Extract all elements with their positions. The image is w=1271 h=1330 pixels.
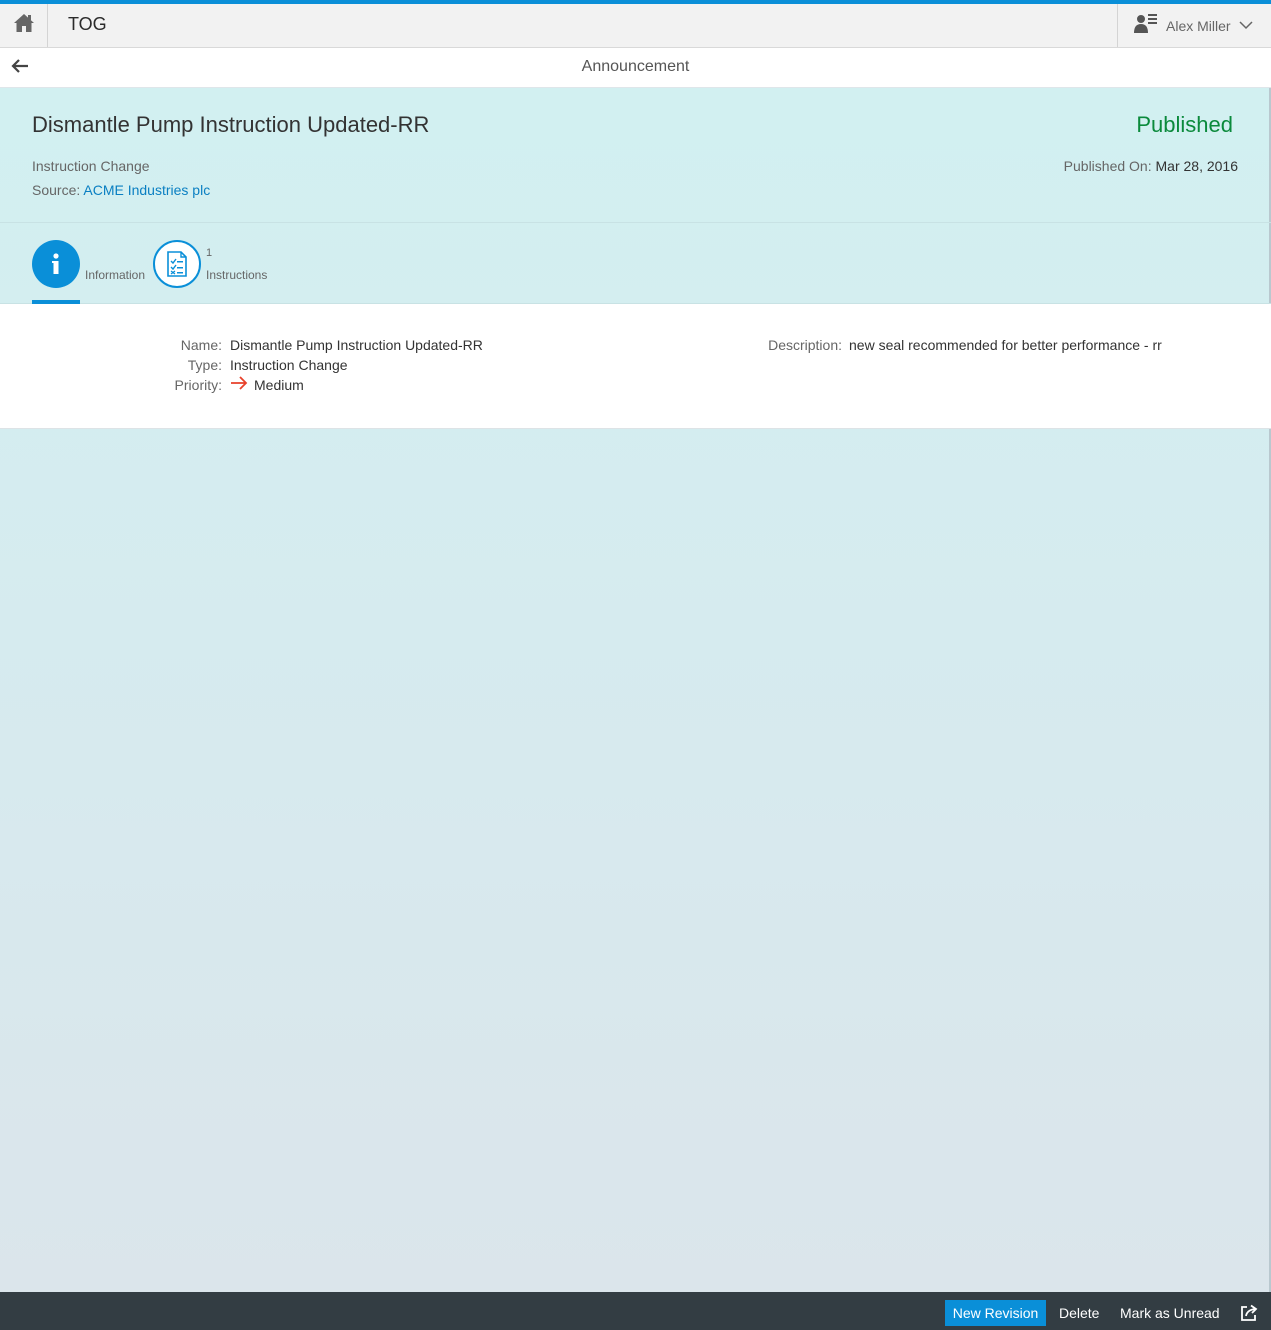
tab-instructions-count: 1 [206,247,213,259]
name-field: Name: Dismantle Pump Instruction Updated-… [160,337,483,353]
tab-instructions-label: Instructions [206,268,268,282]
priority-field: Priority: Medium [160,376,304,393]
name-value: Dismantle Pump Instruction Updated-RR [230,337,483,353]
description-label: Description: [768,337,842,353]
checklist-document-icon [153,240,201,288]
mark-as-unread-button[interactable]: Mark as Unread [1120,1300,1220,1326]
source-link[interactable]: ACME Industries plc [83,182,210,198]
home-icon [13,13,35,38]
status-text: Published [1136,112,1233,137]
page-title: Announcement [581,58,690,75]
type-value: Instruction Change [230,357,348,373]
page-subheader: Announcement [0,48,1271,88]
right-arrow-icon [230,376,248,393]
new-revision-button[interactable]: New Revision [945,1300,1046,1326]
name-label: Name: [180,337,222,353]
published-date: Mar 28, 2016 [1155,158,1239,174]
tab-information[interactable]: Information [32,240,152,304]
footer-toolbar: New Revision Delete Mark as Unread [0,1292,1271,1330]
info-icon [32,240,80,288]
type-label: Type: [187,357,222,373]
tab-instructions[interactable]: 1 Instructions [153,240,293,304]
description-field: Description: new seal recommended for bet… [720,337,1162,353]
source-attribute: Source: ACME Industries plc [32,182,210,198]
description-value: new seal recommended for better performa… [849,337,1162,353]
user-list-icon [1134,12,1158,39]
shell-bar: TOG Alex Miller [0,4,1271,48]
source-label: Source: [32,182,81,198]
tab-information-label: Information [85,268,146,282]
share-icon[interactable] [1240,1304,1258,1322]
app-title: TOG [68,14,107,34]
published-on-attribute: Published On: Mar 28, 2016 [1064,158,1238,174]
category-attribute: Instruction Change [32,158,150,174]
home-button[interactable] [0,4,48,47]
information-panel: Name: Dismantle Pump Instruction Updated-… [0,304,1271,429]
delete-button[interactable]: Delete [1059,1300,1099,1326]
user-menu[interactable]: Alex Miller [1117,4,1271,47]
object-title: Dismantle Pump Instruction Updated-RR [32,112,430,137]
chevron-down-icon [1239,17,1253,35]
object-header: Dismantle Pump Instruction Updated-RR Pu… [0,88,1271,223]
priority-label: Priority: [174,377,222,393]
type-field: Type: Instruction Change [160,357,348,373]
user-name: Alex Miller [1166,17,1231,34]
published-label: Published On: [1063,158,1152,174]
priority-value: Medium [254,377,304,393]
icon-tab-bar: Information 1 Instructions [0,224,1271,304]
